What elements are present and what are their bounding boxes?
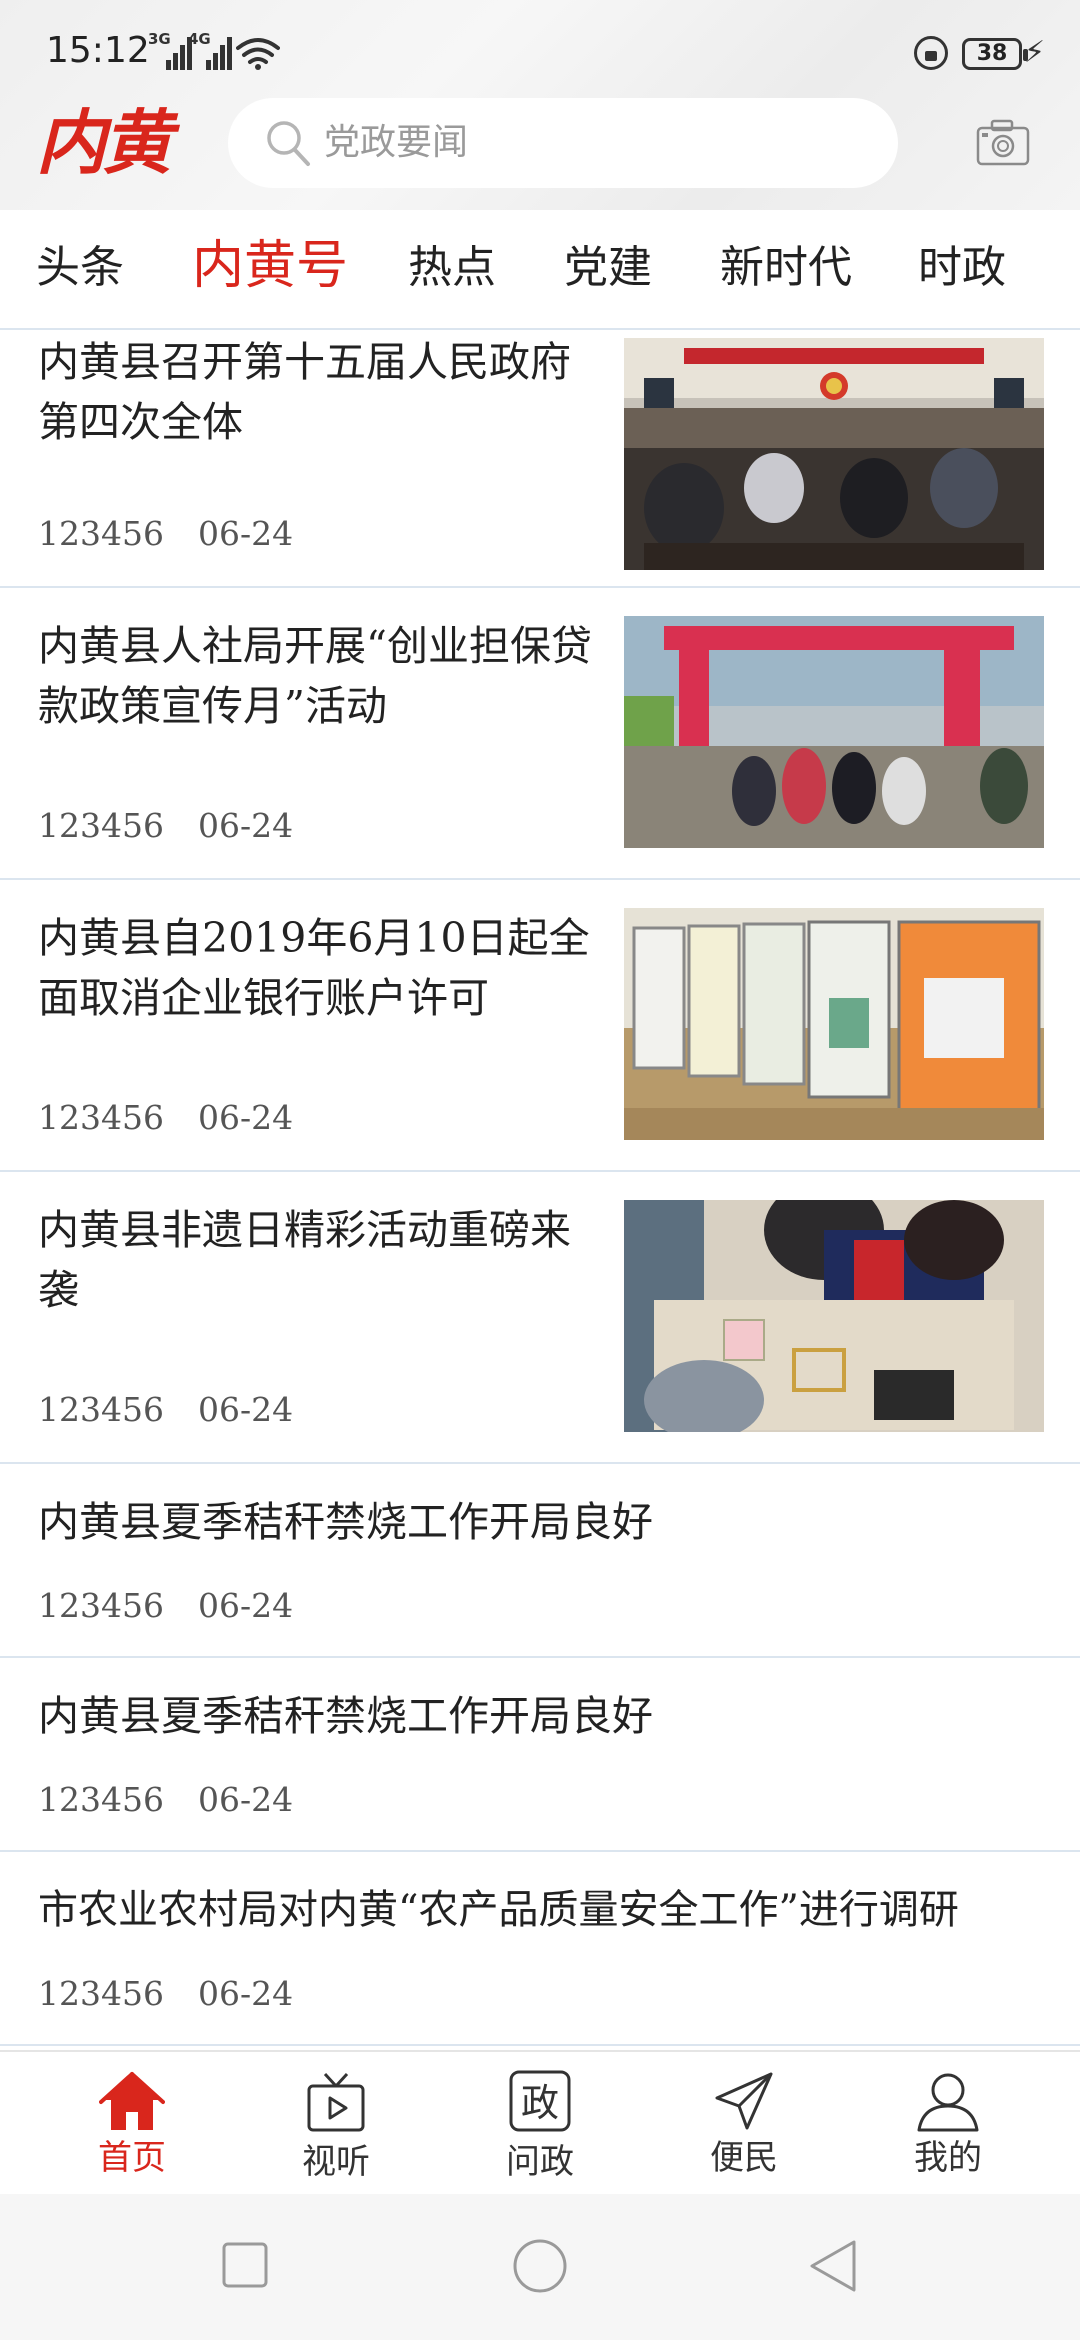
back-button-icon[interactable] xyxy=(806,2238,862,2294)
news-item[interactable]: 内黄县自2019年6月10日起全面取消企业银行账户许可 123456 06-24 xyxy=(0,880,1080,1172)
nav-wenzheng[interactable]: 政 问政 xyxy=(480,2066,600,2190)
rotation-lock-icon xyxy=(914,36,948,70)
news-date: 06-24 xyxy=(197,1780,294,1819)
news-thumbnail-meeting xyxy=(624,338,1044,570)
system-navigation-bar xyxy=(0,2194,1080,2340)
zheng-badge-text: 政 xyxy=(521,2081,559,2125)
tab-redian[interactable]: 热点 xyxy=(408,240,496,296)
news-meta: 123456 06-24 xyxy=(38,1586,293,1626)
nav-wenzheng-label: 问政 xyxy=(506,2142,574,2182)
news-title: 内黄县召开第十五届人民政府第四次全体 xyxy=(38,338,571,446)
nav-home[interactable]: 首页 xyxy=(72,2066,192,2190)
news-title: 内黄县非遗日精彩活动重磅来袭 xyxy=(38,1206,571,1314)
news-meta: 123456 06-24 xyxy=(38,1098,293,1138)
view-count: 123456 xyxy=(38,1586,164,1625)
news-title: 内黄县自2019年6月10日起全面取消企业银行账户许可 xyxy=(38,914,590,1022)
view-count: 123456 xyxy=(38,514,164,553)
news-item[interactable]: 内黄县人社局开展“创业担保贷款政策宣传月”活动 123456 06-24 xyxy=(0,588,1080,880)
user-icon xyxy=(917,2073,979,2132)
search-bar[interactable]: 党政要闻 xyxy=(228,98,898,188)
news-thumbnail-promotion xyxy=(624,616,1044,848)
news-date: 06-24 xyxy=(197,1098,294,1137)
tab-dangjian[interactable]: 党建 xyxy=(564,240,652,296)
channel-tabs: 头条 内黄号 热点 党建 新时代 时政 xyxy=(0,210,1080,330)
zheng-badge-icon: 政 xyxy=(509,2070,571,2132)
news-thumbnail-handicraft xyxy=(624,1200,1044,1432)
news-item[interactable]: 内黄县夏季秸秆禁烧工作开局良好 123456 06-24 xyxy=(0,1464,1080,1658)
signal-3g-icon: 3G xyxy=(148,30,192,70)
news-title: 内黄县人社局开展“创业担保贷款政策宣传月”活动 xyxy=(38,622,592,730)
status-bar: 15:12 3G 4G 38 ⚡ xyxy=(0,0,1080,100)
nav-video-label: 视听 xyxy=(302,2142,370,2182)
news-feed: 内黄县召开第十五届人民政府第四次全体 123456 06-24 内黄县人社局开展“… xyxy=(0,332,1080,2050)
news-meta: 123456 06-24 xyxy=(38,514,293,554)
nav-mine[interactable]: 我的 xyxy=(888,2066,1008,2190)
camera-icon[interactable] xyxy=(976,118,1030,166)
recents-button-icon[interactable] xyxy=(218,2238,274,2294)
news-date: 06-24 xyxy=(197,1390,294,1429)
nav-mine-label: 我的 xyxy=(914,2138,982,2178)
wifi-icon xyxy=(236,38,280,70)
news-date: 06-24 xyxy=(197,806,294,845)
news-item[interactable]: 市农业农村局对内黄“农产品质量安全工作”进行调研 123456 06-24 xyxy=(0,1852,1080,2046)
news-item[interactable]: 内黄县夏季秸秆禁烧工作开局良好 123456 06-24 xyxy=(0,1658,1080,1852)
news-meta: 123456 06-24 xyxy=(38,1390,293,1430)
news-meta: 123456 06-24 xyxy=(38,1780,293,1820)
paper-plane-icon xyxy=(715,2072,773,2130)
home-icon xyxy=(99,2072,165,2130)
view-count: 123456 xyxy=(38,1098,164,1137)
news-meta: 123456 06-24 xyxy=(38,806,293,846)
app-logo[interactable]: 内黄 xyxy=(36,98,172,188)
news-date: 06-24 xyxy=(197,1586,294,1625)
tab-neihuanghao[interactable]: 内黄号 xyxy=(192,236,348,296)
view-count: 123456 xyxy=(38,1780,164,1819)
nav-bianmin[interactable]: 便民 xyxy=(684,2066,804,2190)
news-title: 内黄县夏季秸秆禁烧工作开局良好 xyxy=(38,1692,653,1740)
view-count: 123456 xyxy=(38,806,164,845)
news-item[interactable]: 内黄县非遗日精彩活动重磅来袭 123456 06-24 xyxy=(0,1172,1080,1464)
nav-bianmin-label: 便民 xyxy=(710,2138,778,2178)
status-time: 15:12 xyxy=(46,30,150,71)
view-count: 123456 xyxy=(38,1390,164,1429)
news-item[interactable]: 内黄县召开第十五届人民政府第四次全体 123456 06-24 xyxy=(0,332,1080,588)
charging-icon: ⚡ xyxy=(1024,35,1046,70)
news-thumbnail-posters xyxy=(624,908,1044,1140)
search-icon xyxy=(267,121,310,166)
home-button-icon[interactable] xyxy=(512,2238,568,2294)
bottom-navigation: 首页 视听 政 问政 便民 我的 xyxy=(0,2050,1080,2194)
tab-shizheng[interactable]: 时政 xyxy=(918,240,1006,296)
nav-video[interactable]: 视听 xyxy=(276,2066,396,2190)
tv-icon xyxy=(307,2072,365,2132)
signal-4g-icon: 4G xyxy=(188,30,232,70)
battery-indicator: 38 xyxy=(962,38,1028,70)
view-count: 123456 xyxy=(38,1974,164,2013)
news-title: 市农业农村局对内黄“农产品质量安全工作”进行调研 xyxy=(38,1887,959,1933)
news-meta: 123456 06-24 xyxy=(38,1974,293,2014)
news-date: 06-24 xyxy=(197,514,294,553)
search-placeholder: 党政要闻 xyxy=(324,122,469,163)
nav-home-label: 首页 xyxy=(98,2138,166,2178)
news-title: 内黄县夏季秸秆禁烧工作开局良好 xyxy=(38,1498,653,1546)
news-date: 06-24 xyxy=(197,1974,294,2013)
top-area: 15:12 3G 4G 38 ⚡ 内黄 党政要闻 xyxy=(0,0,1080,210)
tab-xinshidai[interactable]: 新时代 xyxy=(720,240,852,296)
tab-toutiao[interactable]: 头条 xyxy=(36,240,124,296)
